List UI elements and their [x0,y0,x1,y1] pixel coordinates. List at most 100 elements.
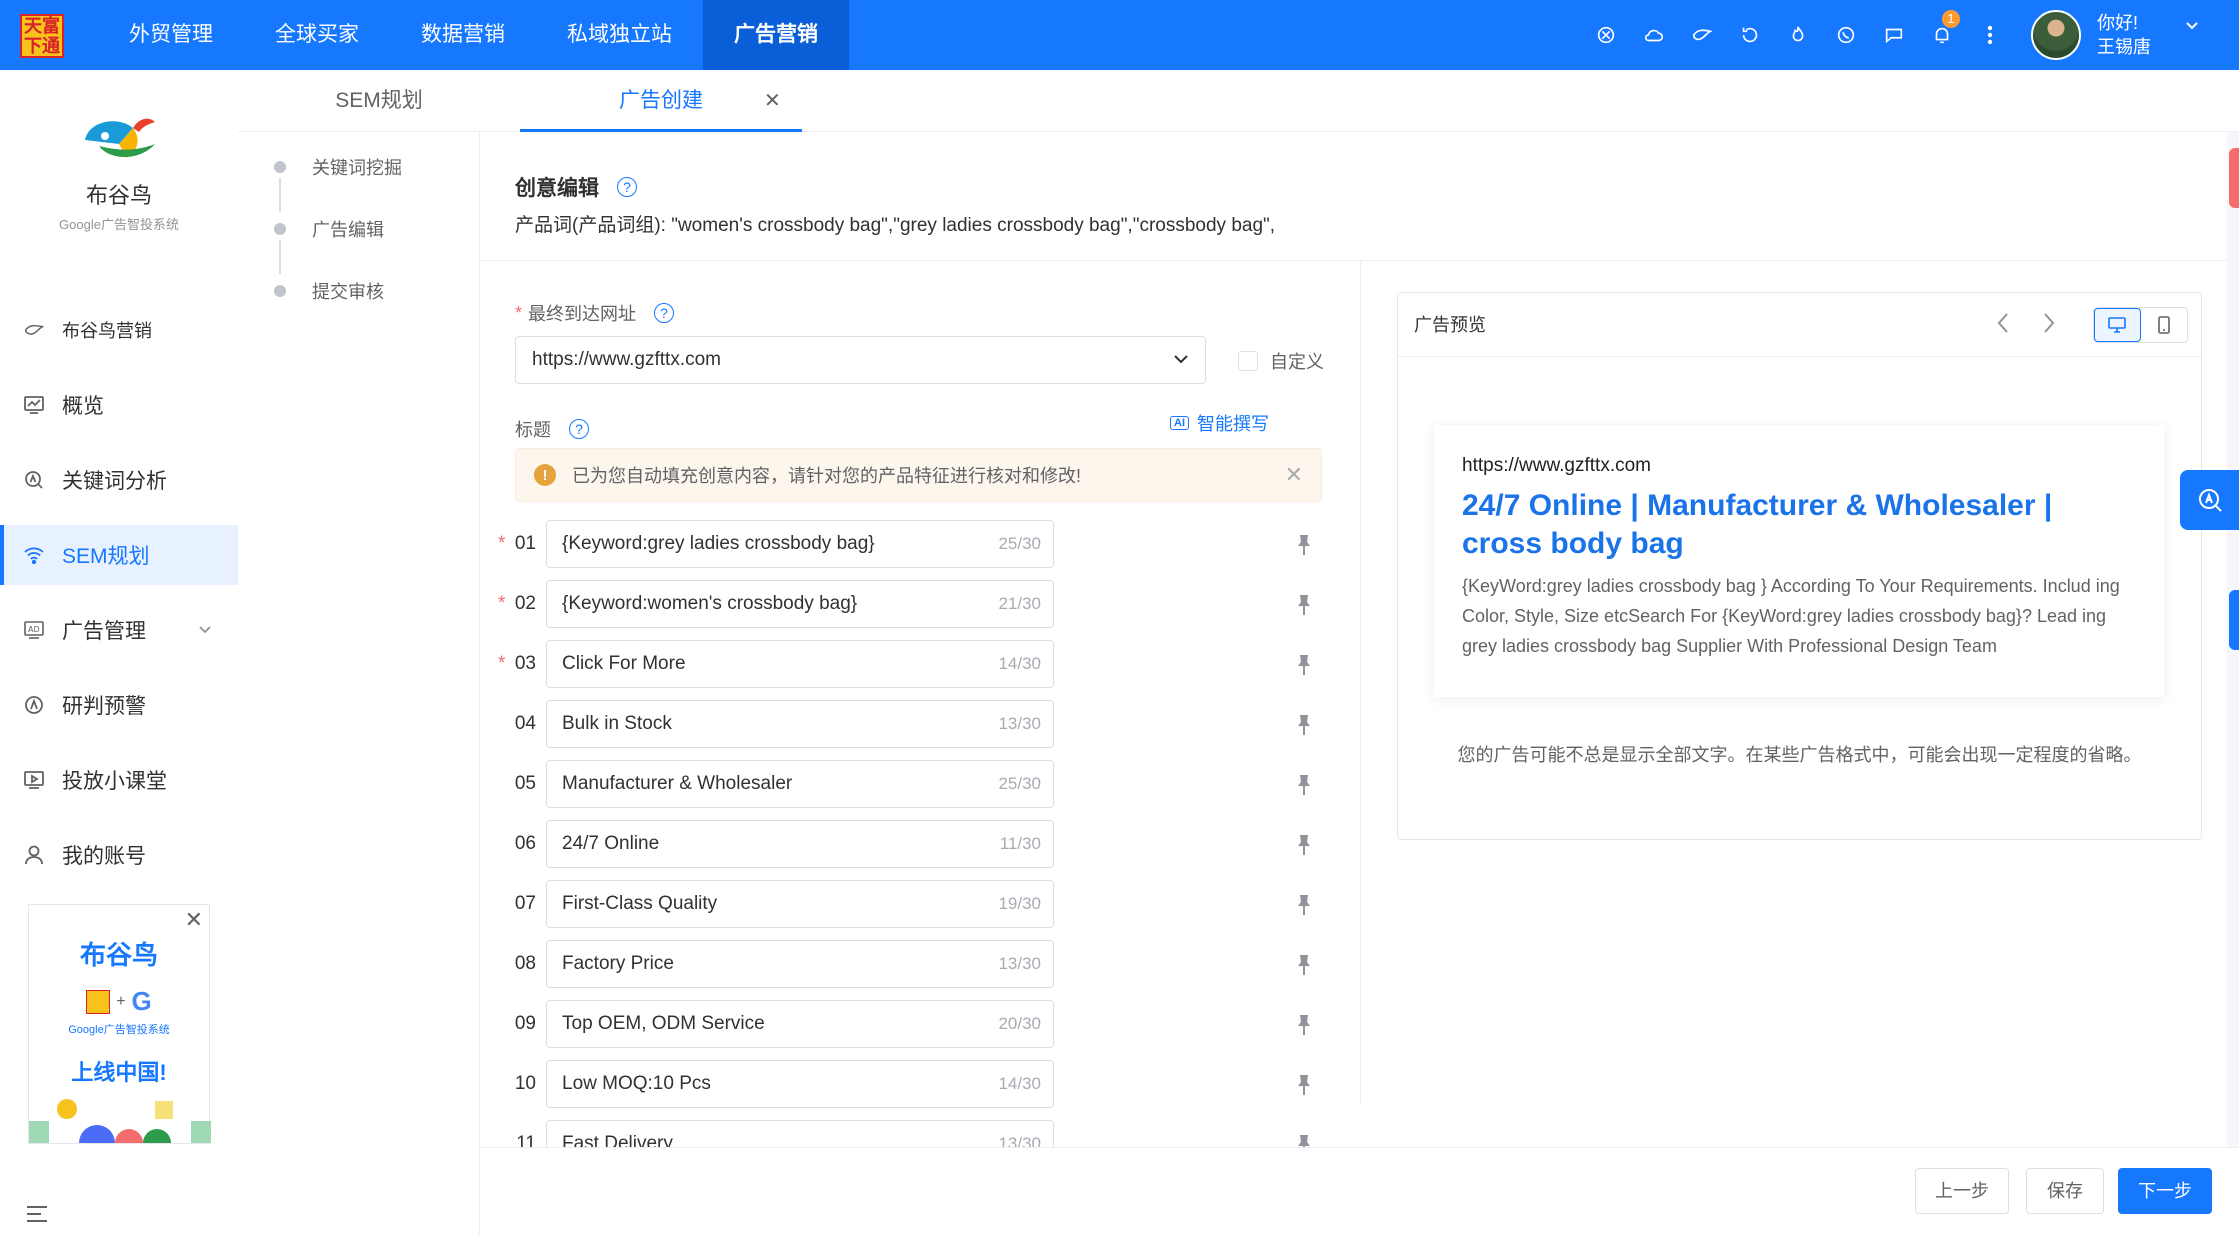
side-handle[interactable] [2229,148,2239,208]
sidebar-item-overview[interactable]: 概览 [0,375,238,435]
pin-icon[interactable] [1294,534,1314,556]
preview-header: 广告预览 [1398,293,2201,357]
nav-item-ad-marketing[interactable]: 广告营销 [703,0,849,70]
pin-icon[interactable] [1294,1014,1314,1036]
promo-banner[interactable]: ✕ 布谷鸟 + G Google广告智投系统 上线中国! [28,904,211,1144]
pin-icon[interactable] [1294,834,1314,856]
bell-icon[interactable]: 1 [1918,0,1966,70]
help-icon[interactable]: ? [617,177,637,197]
headline-row: 10 Low MOQ:10 Pcs 14/30 [480,1060,1360,1108]
sidebar-item-my-account[interactable]: 我的账号 [0,825,238,885]
final-url-select[interactable]: https://www.gzfttx.com [515,336,1206,384]
headline-number: 08 [514,953,536,974]
openai-icon[interactable] [1582,0,1630,70]
step-ad-editing[interactable]: 广告编辑 [274,216,384,242]
headline-input[interactable]: Top OEM, ODM Service 20/30 [546,1000,1054,1048]
headline-row: 06 24/7 Online 11/30 [480,820,1360,868]
pin-icon[interactable] [1294,654,1314,676]
flame-icon[interactable] [1774,0,1822,70]
prev-step-button[interactable]: 上一步 [1915,1168,2009,1214]
more-icon[interactable] [1966,0,2014,70]
next-step-button[interactable]: 下一步 [2118,1168,2212,1214]
headline-number: * 02 [498,580,536,628]
side-handle[interactable] [2229,590,2239,650]
avatar[interactable] [2031,10,2081,60]
google-icon: G [131,986,152,1016]
pin-icon[interactable] [1294,774,1314,796]
section-title: 创意编辑 ? [515,172,637,202]
step-submit-review[interactable]: 提交审核 [274,278,384,304]
custom-url-checkbox[interactable]: 自定义 [1238,348,1324,374]
menu-collapse-icon[interactable] [26,1202,48,1230]
user-menu[interactable]: 你好! 王锡唐 [2031,10,2199,60]
pin-icon[interactable] [1294,894,1314,916]
tab-ad-creation[interactable]: 广告创建 [520,70,802,132]
chat-icon[interactable] [1870,0,1918,70]
close-icon[interactable]: ✕ [1285,449,1303,501]
floating-assistant-button[interactable] [2180,470,2239,530]
headline-input[interactable]: Manufacturer & Wholesaler 25/30 [546,760,1054,808]
headline-row: 04 Bulk in Stock 13/30 [480,700,1360,748]
help-icon[interactable]: ? [569,419,589,439]
chevron-down-icon[interactable] [2185,18,2199,36]
ai-write-button[interactable]: AI 智能撰写 [1170,410,1269,436]
bird-icon [24,320,44,340]
help-icon[interactable]: ? [654,303,675,323]
headline-input[interactable]: Factory Price 13/30 [546,940,1054,988]
ad-description: {KeyWord:grey ladies crossbody bag } Acc… [1462,576,2120,656]
svg-text:AD: AD [28,625,40,634]
chevron-down-icon[interactable] [1173,337,1189,383]
required-mark: * [498,533,506,554]
char-count: 25/30 [998,534,1041,553]
sidebar-item-classroom[interactable]: 投放小课堂 [0,750,238,810]
mobile-icon[interactable] [2141,308,2187,342]
step-keyword-mining[interactable]: 关键词挖掘 [274,154,402,180]
tab-bar: SEM规划 广告创建 ✕ [238,70,2239,208]
char-count: 25/30 [998,774,1041,793]
nav-item-buyers[interactable]: 全球买家 [244,0,390,70]
notification-badge: 1 [1942,10,1960,28]
headline-input[interactable]: Low MOQ:10 Pcs 14/30 [546,1060,1054,1108]
nav-item-data-marketing[interactable]: 数据营销 [390,0,536,70]
sidebar: 布谷鸟 Google广告智投系统 布谷鸟营销 概览 关键词分析 SEM规划 AD… [0,70,238,1235]
promo-title: 布谷鸟 [79,940,158,970]
sidebar-item-label: 概览 [62,395,104,418]
autofill-alert: ! 已为您自动填充创意内容，请针对您的产品特征进行核对和修改! ✕ [515,448,1322,502]
sidebar-item-ad-management[interactable]: AD 广告管理 [0,600,238,660]
close-icon[interactable]: ✕ [185,907,203,933]
headline-row: * 02 {Keyword:women's crossbody bag} 21/30 [480,580,1360,628]
headline-input[interactable]: {Keyword:women's crossbody bag} 21/30 [546,580,1054,628]
desktop-icon[interactable] [2094,308,2141,342]
headline-number: 07 [514,893,536,914]
save-button[interactable]: 保存 [2026,1168,2104,1214]
tab-sem-planning[interactable]: SEM规划 [238,70,520,132]
pin-icon[interactable] [1294,594,1314,616]
cloud-icon[interactable] [1630,0,1678,70]
sidebar-item-cuckoo-marketing[interactable]: 布谷鸟营销 [0,300,238,360]
headline-input[interactable]: Bulk in Stock 13/30 [546,700,1054,748]
nav-item-trade[interactable]: 外贸管理 [98,0,244,70]
whatsapp-icon[interactable] [1822,0,1870,70]
sidebar-item-keyword-analysis[interactable]: 关键词分析 [0,450,238,510]
sidebar-item-label: 研判预警 [62,695,146,718]
bird-icon[interactable] [1678,0,1726,70]
chevron-down-icon[interactable] [198,622,212,638]
sidebar-item-sem-planning[interactable]: SEM规划 [0,525,238,585]
pin-icon[interactable] [1294,1074,1314,1096]
company-logo[interactable]: 天富下通 [20,14,64,58]
nav-item-private-site[interactable]: 私域独立站 [536,0,703,70]
top-icons: 1 [1582,0,2014,70]
pin-icon[interactable] [1294,714,1314,736]
refresh-icon[interactable] [1726,0,1774,70]
close-icon[interactable]: ✕ [764,70,781,132]
checkbox[interactable] [1238,351,1258,371]
headline-input[interactable]: {Keyword:grey ladies crossbody bag} 25/30 [546,520,1054,568]
headline-input[interactable]: First-Class Quality 19/30 [546,880,1054,928]
headline-input[interactable]: Click For More 14/30 [546,640,1054,688]
headline-input[interactable]: 24/7 Online 11/30 [546,820,1054,868]
decorative-shapes-icon [29,1099,211,1143]
chevron-right-icon[interactable] [2042,293,2056,357]
sidebar-item-warning[interactable]: 研判预警 [0,675,238,735]
chevron-left-icon[interactable] [1996,293,2010,357]
pin-icon[interactable] [1294,954,1314,976]
